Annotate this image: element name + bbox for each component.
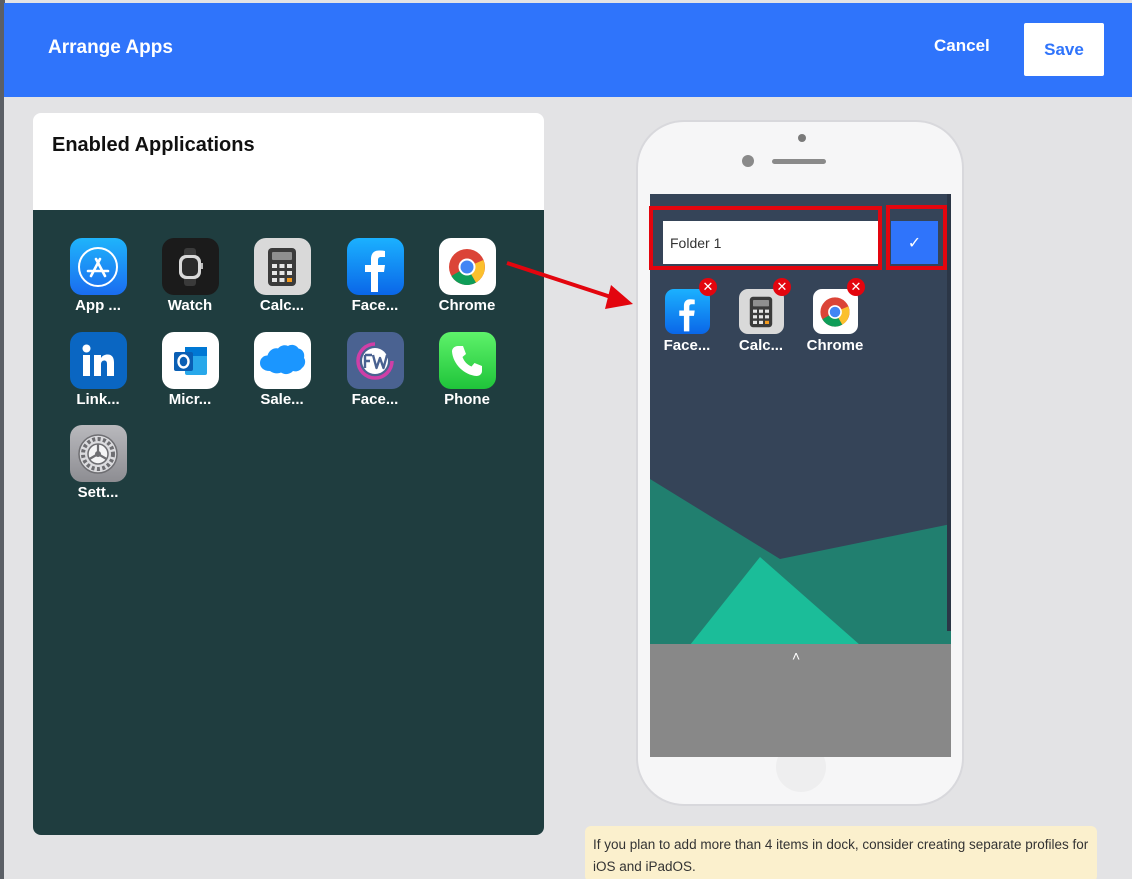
app-label: Chrome [806, 337, 864, 354]
remove-icon[interactable]: ✕ [847, 278, 865, 296]
app-tile-linkedin[interactable]: Link... [58, 332, 138, 408]
app-label: Watch [167, 297, 213, 314]
app-tile-app-store[interactable]: App ... [58, 238, 138, 314]
folder-app-chrome[interactable]: Chrome ✕ [803, 278, 867, 354]
facebook-icon [346, 238, 404, 295]
app-tile-watch[interactable]: Watch [150, 238, 230, 314]
chrome-icon [438, 238, 496, 295]
highlight-confirm-button [886, 205, 947, 270]
highlight-folder-name [649, 206, 882, 270]
app-tile-salesforce[interactable]: Sale... [242, 332, 322, 408]
app-tile-facebook[interactable]: Face... [335, 238, 415, 314]
app-label: Sale... [260, 391, 304, 408]
watch-icon [161, 238, 219, 295]
enabled-applications-panel: Enabled Applications App ... Watch Calc.… [33, 113, 544, 835]
app-store-icon [69, 238, 127, 295]
modal-header: Arrange Apps Cancel Save [4, 3, 1132, 97]
dock-tip-notice: If you plan to add more than 4 items in … [585, 826, 1097, 879]
outlook-icon [161, 332, 219, 389]
app-label: Calc... [259, 297, 305, 314]
chevron-up-icon[interactable]: ˄ [792, 648, 800, 664]
app-label: Calc... [738, 337, 784, 354]
app-label: Face... [351, 391, 399, 408]
app-label: Sett... [77, 484, 119, 501]
app-tile-calculator[interactable]: Calc... [242, 238, 322, 314]
app-label: Face... [351, 297, 399, 314]
app-grid: App ... Watch Calc... Face... Chrome Lin… [33, 210, 544, 835]
dock: ˄ [650, 644, 951, 757]
app-label: Phone [444, 391, 490, 408]
app-label: Face... [663, 337, 711, 354]
app-tile-outlook[interactable]: Micr... [150, 332, 230, 408]
app-tile-chrome[interactable]: Chrome [427, 238, 507, 314]
folder-app-calculator[interactable]: Calc... ✕ [729, 278, 793, 354]
tip-text: If you plan to add more than 4 items in … [593, 837, 1089, 874]
linkedin-icon [69, 332, 127, 389]
app-label: App ... [75, 297, 121, 314]
remove-icon[interactable]: ✕ [773, 278, 791, 296]
earpiece-speaker [772, 159, 826, 164]
salesforce-icon [253, 332, 311, 389]
chrome-icon [812, 289, 858, 334]
settings-icon [69, 425, 127, 482]
app-tile-settings[interactable]: Sett... [58, 425, 138, 501]
app-label: Micr... [168, 391, 212, 408]
front-sensor [742, 155, 754, 167]
app-tile-facework[interactable]: Face... [335, 332, 415, 408]
modal-title: Arrange Apps [48, 37, 173, 58]
camera-dot [798, 134, 806, 142]
drag-arrow-icon [506, 261, 633, 309]
calculator-icon [738, 289, 784, 334]
app-tile-phone[interactable]: Phone [427, 332, 507, 408]
app-label: Chrome [438, 297, 496, 314]
facebook-icon [664, 289, 710, 334]
cancel-button[interactable]: Cancel [934, 36, 990, 56]
phone-icon [438, 332, 496, 389]
phone-screen: ˄ [650, 194, 951, 757]
facework-icon [346, 332, 404, 389]
save-button[interactable]: Save [1024, 23, 1104, 76]
panel-title: Enabled Applications [52, 134, 255, 156]
calculator-icon [253, 238, 311, 295]
app-label: Link... [76, 391, 120, 408]
remove-icon[interactable]: ✕ [699, 278, 717, 296]
folder-app-facebook[interactable]: Face... ✕ [655, 278, 719, 354]
